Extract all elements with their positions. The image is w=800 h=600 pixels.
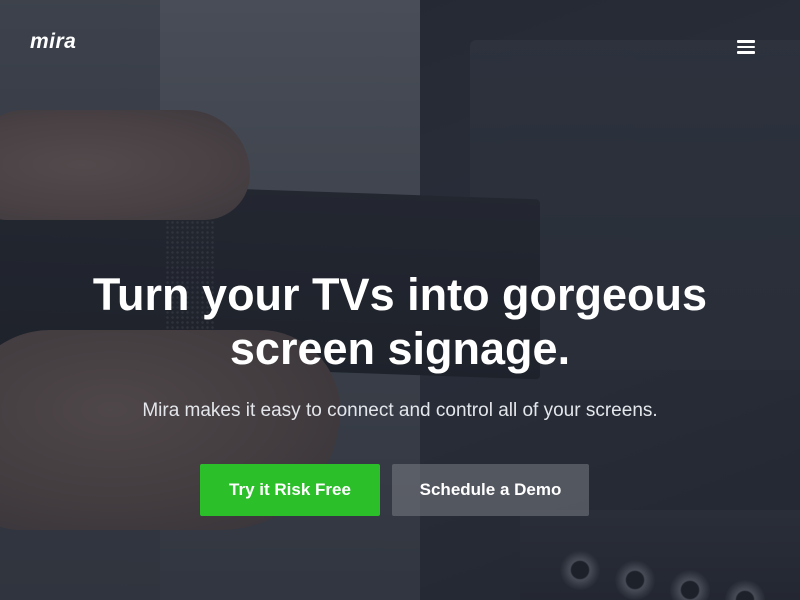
brand-logo[interactable]: mira — [30, 30, 76, 54]
hero-subtext: Mira makes it easy to connect and contro… — [142, 400, 658, 421]
try-risk-free-button[interactable]: Try it Risk Free — [200, 464, 380, 516]
hero-headline: Turn your TVs into gorgeous screen signa… — [92, 269, 708, 374]
hamburger-menu-icon[interactable] — [737, 40, 755, 54]
schedule-demo-button[interactable]: Schedule a Demo — [392, 464, 589, 516]
hero-section: mira Turn your TVs into gorgeous screen … — [0, 0, 800, 600]
